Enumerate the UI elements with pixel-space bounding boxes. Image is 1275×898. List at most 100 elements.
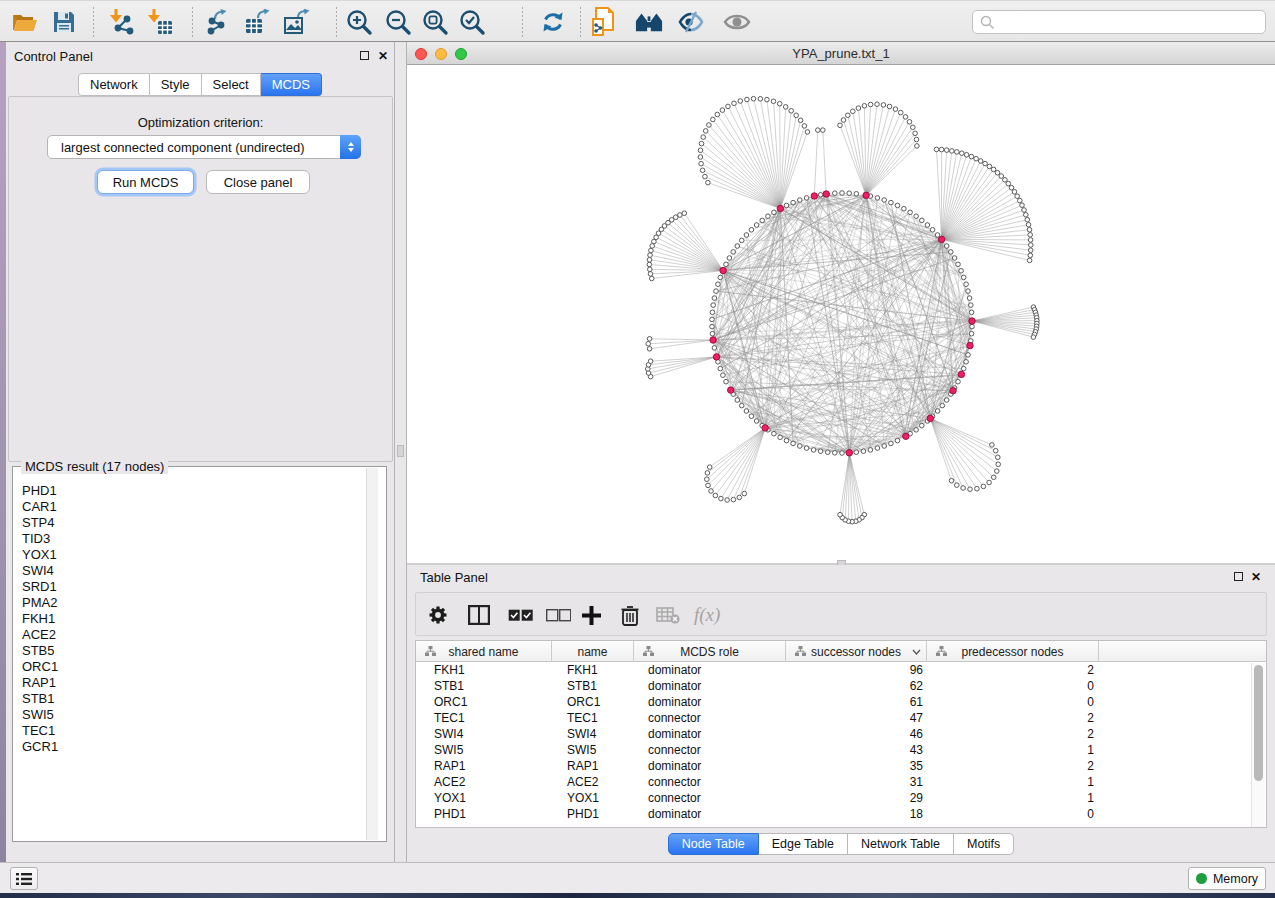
node-table: shared namenameMCDS rolesuccessor nodesp…: [415, 640, 1267, 828]
table-panel-title: Table Panel: [420, 570, 488, 585]
table-row[interactable]: ACE2ACE2connector311: [416, 774, 1266, 790]
column-header-predecessor-nodes[interactable]: predecessor nodes: [927, 641, 1099, 662]
mcds-node-item[interactable]: STB5: [22, 643, 58, 659]
mcds-node-item[interactable]: SRD1: [22, 579, 58, 595]
mcds-node-item[interactable]: YOX1: [22, 547, 58, 563]
network-graph-canvas[interactable]: [407, 65, 1275, 563]
mcds-node-item[interactable]: STP4: [22, 515, 58, 531]
tab-edge-table[interactable]: Edge Table: [759, 833, 848, 855]
network-window-titlebar[interactable]: YPA_prune.txt_1: [407, 42, 1275, 65]
float-panel-icon[interactable]: [360, 51, 369, 60]
table-row[interactable]: RAP1RAP1dominator352: [416, 758, 1266, 774]
mcds-node-item[interactable]: SWI4: [22, 563, 58, 579]
refresh-icon[interactable]: [539, 8, 567, 36]
share-document-icon[interactable]: [591, 8, 619, 36]
table-row[interactable]: PHD1PHD1dominator180: [416, 806, 1266, 822]
network-window-title: YPA_prune.txt_1: [407, 46, 1275, 61]
add-column-icon[interactable]: [582, 602, 601, 628]
column-header-shared-name[interactable]: shared name: [416, 641, 552, 662]
table-row[interactable]: FKH1FKH1dominator962: [416, 662, 1266, 678]
export-image-icon[interactable]: [284, 8, 312, 36]
main-toolbar: [0, 0, 1275, 42]
zoom-in-icon[interactable]: [345, 8, 373, 36]
binoculars-icon[interactable]: [635, 8, 663, 36]
tab-network-table[interactable]: Network Table: [848, 833, 954, 855]
optimization-criterion-label: Optimization criterion:: [9, 115, 392, 130]
table-scrollbar[interactable]: [1251, 663, 1265, 827]
zoom-fit-icon[interactable]: [421, 8, 449, 36]
table-row[interactable]: SWI4SWI4dominator462: [416, 726, 1266, 742]
mcds-node-item[interactable]: TEC1: [22, 723, 58, 739]
table-panel: Table Panel ✕ f(x): [407, 565, 1275, 862]
mcds-result-box: MCDS result (17 nodes) PHD1CAR1STP4TID3Y…: [12, 466, 387, 842]
table-row[interactable]: YOX1YOX1connector291: [416, 790, 1266, 806]
mcds-node-item[interactable]: GCR1: [22, 739, 58, 755]
node-table-rows: FKH1FKH1dominator962STB1STB1dominator620…: [416, 662, 1266, 822]
mcds-node-item[interactable]: PMA2: [22, 595, 58, 611]
hide-eye-icon[interactable]: [677, 8, 705, 36]
run-mcds-button[interactable]: Run MCDS: [97, 170, 194, 194]
mcds-node-item[interactable]: ORC1: [22, 659, 58, 675]
memory-button[interactable]: Memory: [1188, 867, 1266, 890]
table-settings-icon[interactable]: [428, 602, 448, 628]
mcds-node-item[interactable]: STB1: [22, 691, 58, 707]
vertical-splitter[interactable]: [394, 42, 407, 862]
delete-table-icon[interactable]: [656, 602, 680, 628]
tab-motifs[interactable]: Motifs: [954, 833, 1014, 855]
mcds-result-list: PHD1CAR1STP4TID3YOX1SWI4SRD1PMA2FKH1ACE2…: [22, 483, 58, 755]
mcds-tab-content: Optimization criterion: largest connecte…: [8, 96, 393, 462]
mcds-result-title: MCDS result (17 nodes): [21, 459, 168, 474]
column-header-successor-nodes[interactable]: successor nodes: [786, 641, 927, 662]
network-window: YPA_prune.txt_1: [407, 42, 1275, 563]
column-header-MCDS-role[interactable]: MCDS role: [634, 641, 786, 662]
mcds-node-item[interactable]: ACE2: [22, 627, 58, 643]
close-panel-button[interactable]: Close panel: [206, 170, 310, 194]
mcds-node-item[interactable]: PHD1: [22, 483, 58, 499]
mcds-node-item[interactable]: FKH1: [22, 611, 58, 627]
function-builder-icon[interactable]: f(x): [694, 602, 720, 628]
mcds-node-item[interactable]: RAP1: [22, 675, 58, 691]
status-bar: Memory: [0, 862, 1275, 893]
control-panel-title: Control Panel: [14, 49, 93, 64]
table-float-icon[interactable]: [1234, 572, 1243, 581]
import-table-icon[interactable]: [146, 8, 174, 36]
mcds-node-item[interactable]: SWI5: [22, 707, 58, 723]
table-row[interactable]: SWI5SWI5connector431: [416, 742, 1266, 758]
mcds-node-item[interactable]: TID3: [22, 531, 58, 547]
mcds-node-item[interactable]: CAR1: [22, 499, 58, 515]
tab-select[interactable]: Select: [202, 73, 261, 96]
control-panel: Control Panel ✕ NetworkStyleSelectMCDS O…: [6, 42, 401, 862]
tab-style[interactable]: Style: [150, 73, 202, 96]
memory-label: Memory: [1213, 872, 1258, 886]
table-close-icon[interactable]: ✕: [1251, 570, 1261, 584]
tab-network[interactable]: Network: [78, 73, 150, 96]
zoom-selected-icon[interactable]: [458, 8, 486, 36]
table-row[interactable]: STB1STB1dominator620: [416, 678, 1266, 694]
import-network-icon[interactable]: [108, 8, 136, 36]
zoom-out-icon[interactable]: [384, 8, 412, 36]
task-history-button[interactable]: [10, 867, 38, 890]
column-header-name[interactable]: name: [552, 641, 634, 662]
table-toolbar: f(x): [415, 592, 1267, 636]
criterion-dropdown[interactable]: largest connected component (undirected): [47, 135, 361, 159]
mcds-result-scrollbar[interactable]: [366, 468, 378, 840]
save-icon[interactable]: [50, 8, 78, 36]
control-panel-tabs: NetworkStyleSelectMCDS: [78, 73, 322, 96]
eye-icon[interactable]: [723, 8, 751, 36]
criterion-value: largest connected component (undirected): [61, 140, 305, 155]
deselect-all-icon[interactable]: [546, 602, 571, 628]
search-input[interactable]: [972, 10, 1266, 34]
select-all-icon[interactable]: [508, 602, 533, 628]
open-file-icon[interactable]: [11, 8, 39, 36]
delete-column-icon[interactable]: [621, 602, 639, 628]
show-columns-icon[interactable]: [468, 602, 490, 628]
table-panel-tabs: Node TableEdge TableNetwork TableMotifs: [407, 833, 1275, 855]
dropdown-arrows-icon: [340, 135, 361, 159]
close-panel-icon[interactable]: ✕: [378, 49, 388, 63]
tab-node-table[interactable]: Node Table: [668, 833, 759, 855]
tab-mcds[interactable]: MCDS: [261, 73, 322, 96]
export-table-icon[interactable]: [245, 8, 273, 36]
export-network-icon[interactable]: [205, 8, 233, 36]
table-row[interactable]: TEC1TEC1connector472: [416, 710, 1266, 726]
table-row[interactable]: ORC1ORC1dominator610: [416, 694, 1266, 710]
